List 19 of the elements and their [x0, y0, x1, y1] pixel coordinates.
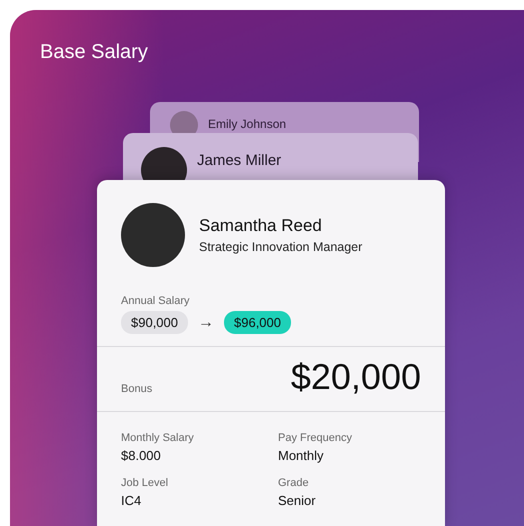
field-label: Monthly Salary — [121, 432, 195, 444]
field-label: Annual Salary — [121, 295, 190, 307]
field-label: Grade — [278, 477, 310, 489]
new-salary-badge: $96,000 — [224, 311, 291, 334]
field-label: Pay Frequency — [278, 432, 353, 444]
employee-name: Emily Johnson — [208, 117, 286, 131]
employee-name: James Miller — [197, 152, 282, 169]
field-value: IC4 — [121, 493, 142, 508]
page-title: Base Salary — [40, 40, 149, 64]
field-value: $8.000 — [121, 448, 162, 463]
job-title: Strategic Innovation Manager — [199, 240, 362, 254]
field-label: Job Level — [121, 477, 170, 489]
old-salary-badge: $90,000 — [121, 311, 188, 334]
arrow-icon: → — [198, 314, 214, 332]
field-value: Monthly — [278, 448, 325, 463]
employee-name: Samantha Reed — [199, 216, 323, 236]
field-value: Senior — [278, 493, 317, 508]
bonus-amount: $20,000 — [290, 357, 421, 397]
field-label: Bonus — [121, 383, 152, 395]
